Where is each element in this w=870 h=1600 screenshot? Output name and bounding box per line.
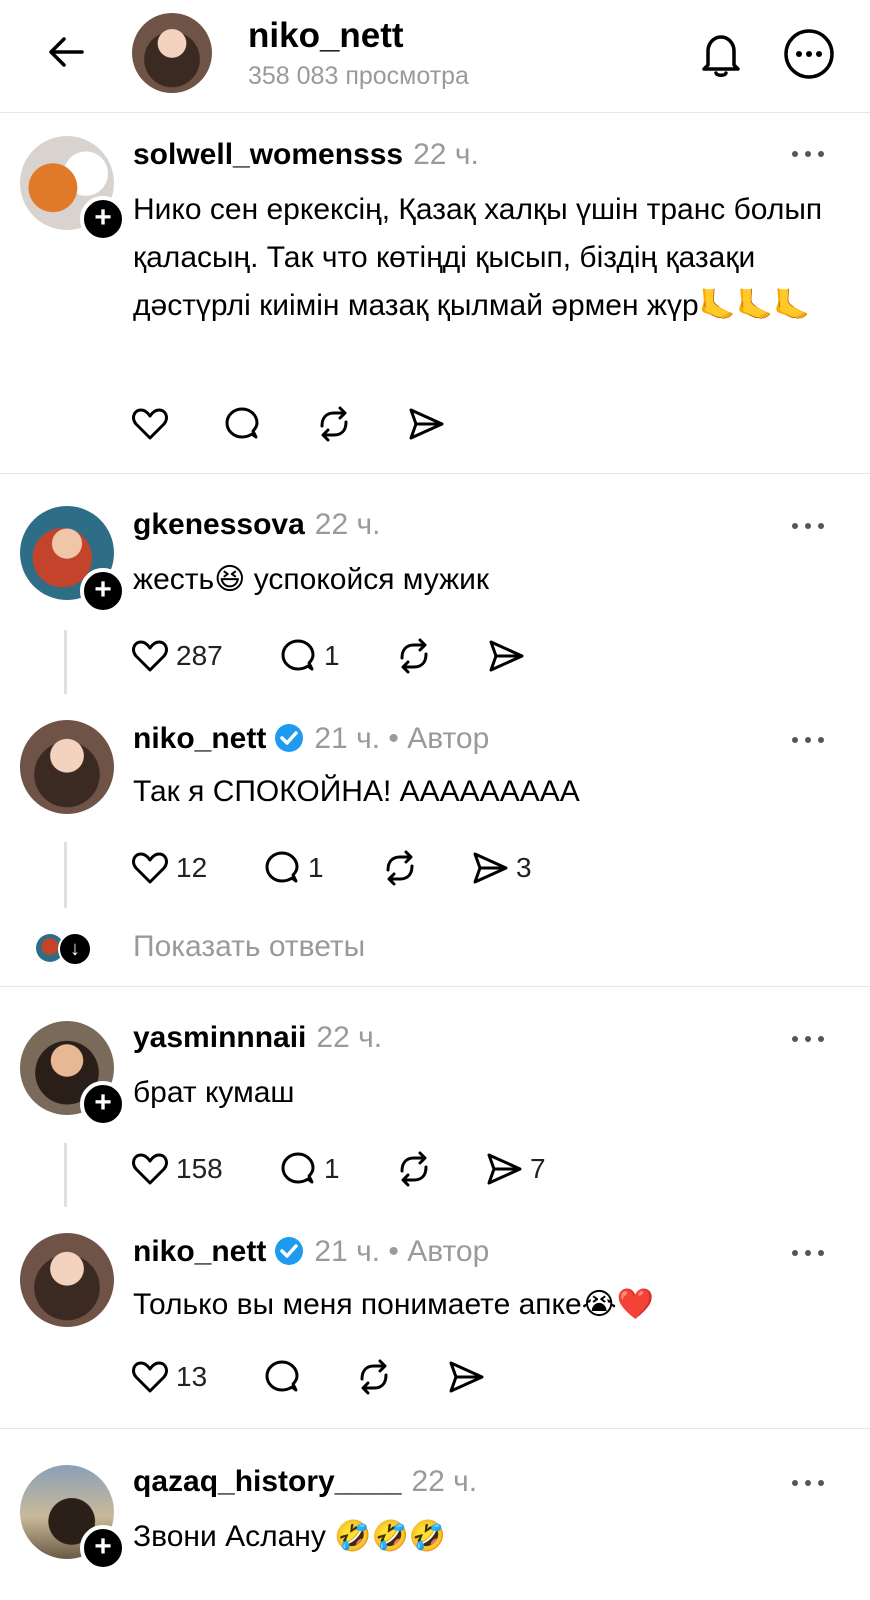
like-button[interactable]: 158	[130, 1147, 223, 1191]
comment-icon	[281, 1152, 315, 1184]
heart-icon	[132, 1153, 168, 1185]
expand-replies-icon[interactable]: ↓	[58, 932, 92, 966]
post-username[interactable]: niko_nett 21 ч. • Автор	[133, 722, 489, 756]
repost-button[interactable]	[394, 1147, 440, 1191]
post-username[interactable]: qazaq_history____ 22 ч.	[133, 1465, 477, 1499]
comment-icon	[265, 851, 299, 883]
more-options-button[interactable]	[782, 27, 836, 81]
follow-plus-button[interactable]: +	[80, 568, 126, 614]
repost-icon	[400, 1151, 428, 1187]
comment-button[interactable]: 1	[278, 634, 340, 678]
post-text: брат кумаш	[133, 1076, 295, 1109]
post-username[interactable]: niko_nett 21 ч. • Автор	[133, 1235, 489, 1269]
repost-button[interactable]	[354, 1355, 400, 1399]
post-more-icon[interactable]	[790, 734, 826, 746]
post: + yasminnnaii 22 ч. брат кумаш 158 1 7	[0, 987, 870, 1217]
comment-button[interactable]: 1	[278, 1147, 340, 1191]
follow-plus-button[interactable]: +	[80, 1525, 126, 1571]
like-button[interactable]: 12	[130, 846, 207, 890]
verified-icon	[275, 1237, 304, 1265]
comment-icon	[225, 407, 259, 439]
share-icon	[489, 640, 524, 672]
post-time: 22 ч.	[413, 138, 479, 171]
share-button[interactable]: 3	[470, 846, 532, 890]
post: + qazaq_history____ 22 ч. Звони Аслану 🤣🤣…	[0, 1429, 870, 1600]
repost-icon	[360, 1359, 388, 1395]
like-button[interactable]: 287	[130, 634, 223, 678]
comment-icon	[265, 1360, 299, 1392]
share-button[interactable]	[486, 634, 532, 678]
notifications-button[interactable]	[694, 27, 748, 81]
profile-avatar[interactable]	[132, 13, 212, 93]
post-text: Звони Аслану 🤣🤣🤣	[133, 1520, 447, 1553]
share-icon	[487, 1153, 522, 1185]
comment-button[interactable]	[222, 402, 268, 446]
avatar[interactable]	[20, 720, 114, 814]
show-replies-link[interactable]: Показать ответы	[133, 930, 365, 964]
post-text: Так я СПОКОЙНА! ААААААААА	[133, 775, 580, 808]
heart-icon	[132, 408, 168, 440]
post: + solwell_womensss 22 ч. Нико сен еркексі…	[0, 114, 870, 474]
repost-icon	[400, 638, 428, 674]
heart-icon	[132, 1361, 168, 1393]
share-button[interactable]: 7	[484, 1147, 546, 1191]
share-icon	[473, 852, 508, 884]
post-more-icon[interactable]	[790, 520, 826, 532]
repost-button[interactable]	[394, 634, 440, 678]
thread-line	[64, 630, 67, 694]
follow-plus-button[interactable]: +	[80, 196, 126, 242]
thread-line	[64, 842, 67, 908]
heart-icon	[132, 852, 168, 884]
post: niko_nett 21 ч. • Автор Только вы меня по…	[0, 1217, 870, 1427]
bell-icon	[702, 35, 740, 77]
post-text: жесть😆 успокойся мужик	[133, 563, 490, 596]
back-arrow-icon	[49, 37, 84, 67]
post-time: 22 ч.	[314, 508, 381, 541]
share-button[interactable]	[446, 1355, 492, 1399]
profile-username[interactable]: niko_nett	[248, 16, 404, 56]
repost-button[interactable]	[380, 846, 426, 890]
post-more-icon[interactable]	[790, 1477, 826, 1489]
verified-icon	[275, 724, 304, 752]
share-icon	[449, 1361, 484, 1393]
like-button[interactable]: 13	[130, 1355, 207, 1399]
more-icon	[784, 29, 834, 79]
avatar[interactable]	[20, 1233, 114, 1327]
post-more-icon[interactable]	[790, 148, 826, 160]
thread-line	[64, 1143, 67, 1207]
post-more-icon[interactable]	[790, 1033, 826, 1045]
share-icon	[409, 408, 444, 440]
views-count: 358 083 просмотра	[248, 62, 469, 90]
post-time: 21 ч. • Автор	[314, 1235, 490, 1268]
comment-button[interactable]: 1	[262, 846, 324, 890]
comment-icon	[281, 639, 315, 671]
like-button[interactable]	[130, 402, 176, 446]
post-time: 22 ч.	[411, 1465, 478, 1498]
heart-icon	[132, 640, 168, 672]
post-text: Только вы меня понимаете апке😭❤️	[133, 1288, 655, 1321]
post-username[interactable]: gkenessova 22 ч.	[133, 508, 380, 542]
post-more-icon[interactable]	[790, 1247, 826, 1259]
top-bar: niko_nett 358 083 просмотра	[0, 0, 870, 113]
share-button[interactable]	[406, 402, 452, 446]
repost-button[interactable]	[314, 402, 360, 446]
post: + gkenessova 22 ч. жесть😆 успокойся мужик…	[0, 474, 870, 706]
post-time: 22 ч.	[316, 1021, 383, 1054]
comment-button[interactable]	[262, 1355, 308, 1399]
post-text: Нико сен еркексің, Қазақ халқы үшін тран…	[133, 193, 823, 322]
repost-icon	[386, 850, 414, 886]
post: niko_nett 21 ч. • Автор Так я СПОКОЙНА! А…	[0, 706, 870, 986]
back-button[interactable]	[44, 30, 88, 74]
post-username[interactable]: yasminnnaii 22 ч.	[133, 1021, 382, 1055]
post-time: 21 ч. • Автор	[314, 722, 490, 755]
follow-plus-button[interactable]: +	[80, 1081, 126, 1127]
repost-icon	[320, 406, 348, 442]
post-username[interactable]: solwell_womensss 22 ч.	[133, 138, 479, 172]
